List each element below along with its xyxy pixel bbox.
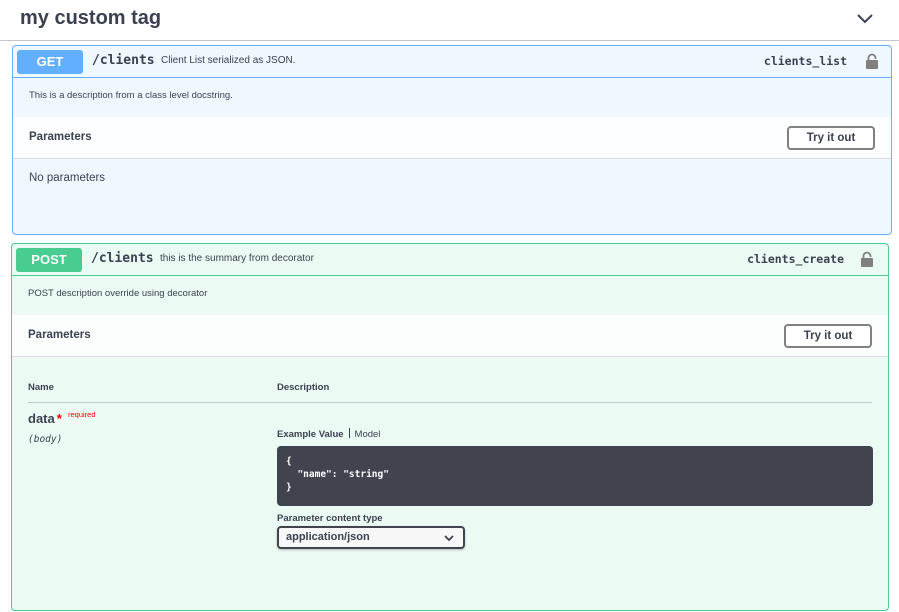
post-operation-path: /clients [91,251,154,266]
lock-icon[interactable] [860,251,874,268]
get-parameters-title: Parameters [29,131,92,143]
get-operation-summary-text: Client List serialized as JSON. [161,55,296,66]
post-clients-operation: POST /clients this is the summary from d… [11,243,889,611]
get-operation-description: This is a description from a class level… [29,90,233,101]
lock-icon[interactable] [865,53,879,70]
chevron-down-icon[interactable] [855,11,875,27]
example-code-block: { "name": "string" } [277,446,873,506]
post-method-badge: POST [16,248,82,272]
parameter-location: (body) [28,434,63,445]
get-operation-path: /clients [92,53,155,68]
post-operation-id: clients_create [747,252,844,266]
no-parameters-text: No parameters [29,172,106,184]
parameter-name-text: data [28,411,55,426]
get-clients-operation: GET /clients Client List serialized as J… [12,45,892,235]
post-parameters-header: Parameters Try it out [12,315,888,357]
model-tab[interactable]: Model [355,429,381,440]
post-try-it-out-button[interactable]: Try it out [784,324,872,348]
get-parameters-header: Parameters Try it out [13,117,891,159]
content-type-label: Parameter content type [277,513,383,524]
column-header-description: Description [277,382,330,393]
column-header-divider [28,402,872,403]
example-tabs: Example Value Model [277,428,380,440]
post-parameters-title: Parameters [28,329,91,341]
post-operation-summary[interactable]: POST /clients this is the summary from d… [12,244,888,276]
content-type-value: application/json [286,531,370,543]
get-operation-summary[interactable]: GET /clients Client List serialized as J… [13,46,891,78]
required-star: * [56,411,62,426]
get-method-badge: GET [17,50,83,74]
tag-title: my custom tag [20,7,162,29]
chevron-down-icon [444,535,454,542]
post-operation-summary-text: this is the summary from decorator [160,253,314,264]
tag-header[interactable]: my custom tag [0,0,899,41]
content-type-select[interactable]: application/json [277,526,465,549]
get-operation-id: clients_list [763,54,847,68]
tab-separator [348,428,350,438]
parameter-name: data * [28,411,62,426]
column-header-name: Name [28,382,54,393]
example-value-tab[interactable]: Example Value [277,429,344,440]
get-try-it-out-button[interactable]: Try it out [787,126,875,150]
post-operation-description: POST description override using decorato… [28,288,208,299]
required-label: required [68,410,96,419]
